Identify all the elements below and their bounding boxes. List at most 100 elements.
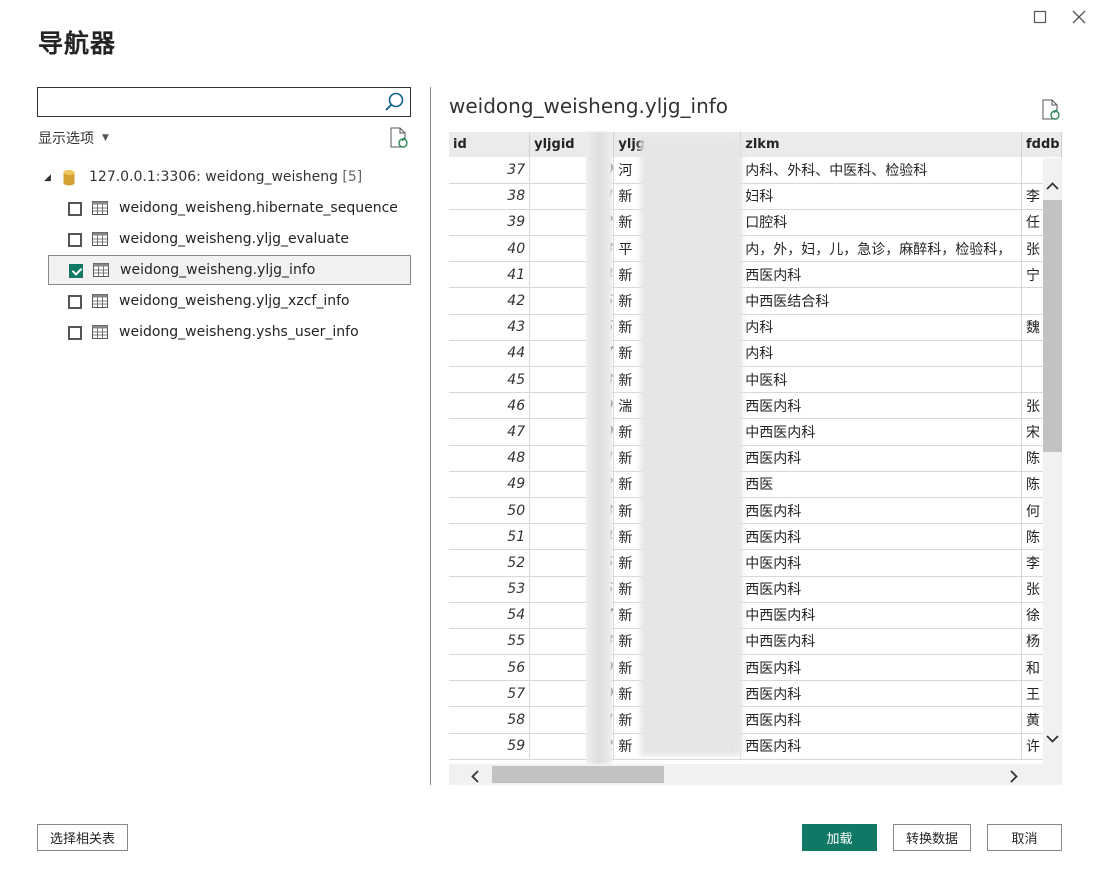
- chevron-right-icon[interactable]: [1007, 768, 1020, 783]
- tree-item-yljg-evaluate[interactable]: weidong_weisheng.yljg_evaluate: [48, 225, 411, 255]
- search-input[interactable]: [38, 88, 378, 116]
- cell-id[interactable]: 59: [449, 733, 531, 760]
- cell-zlkm[interactable]: 口腔科: [740, 209, 1023, 237]
- table-row[interactable]: 526 5新 村中医内科李: [449, 549, 1062, 577]
- cell-zlkm[interactable]: 内科、外科、中医科、检验科: [740, 157, 1023, 184]
- cell-zlkm[interactable]: 西医内科: [740, 654, 1023, 682]
- table-row[interactable]: 386 !新 所妇科李: [449, 183, 1062, 210]
- cell-id[interactable]: 48: [449, 445, 531, 472]
- chevron-down-icon[interactable]: [1046, 730, 1059, 743]
- table-row[interactable]: 576 0新 村西医内科王: [449, 680, 1062, 708]
- table-row[interactable]: 376 0河 病内科、外科、中医科、检验科: [449, 157, 1062, 184]
- cell-zlkm[interactable]: 中医内科: [740, 549, 1023, 577]
- cell-id[interactable]: 46: [449, 392, 531, 420]
- table-row[interactable]: 506 3新 村西医内科何: [449, 497, 1062, 525]
- refresh-file-icon[interactable]: [1041, 99, 1061, 121]
- cell-id[interactable]: 38: [449, 183, 531, 210]
- table-row[interactable]: 466 9湍 施西医内科张: [449, 392, 1062, 420]
- table-row[interactable]: 546 7新 村中西医内科徐: [449, 602, 1062, 629]
- cell-zlkm[interactable]: 西医内科: [740, 680, 1023, 708]
- table-row[interactable]: 456 3新 所中医科: [449, 366, 1062, 394]
- cell-id[interactable]: 49: [449, 471, 531, 498]
- checkbox[interactable]: [68, 233, 82, 247]
- table-row[interactable]: 446 7新 所内科: [449, 340, 1062, 368]
- search-icon[interactable]: [383, 91, 407, 113]
- table-row[interactable]: 476 0新 卫中西医内科宋: [449, 418, 1062, 446]
- checkbox[interactable]: [68, 326, 82, 340]
- cell-zlkm[interactable]: 妇科: [740, 183, 1023, 210]
- cell-id[interactable]: 47: [449, 418, 531, 446]
- column-header-zlkm[interactable]: zlkm: [740, 132, 1023, 157]
- cell-id[interactable]: 39: [449, 209, 531, 237]
- vertical-scrollbar[interactable]: [1043, 158, 1062, 764]
- cell-zlkm[interactable]: 西医内科: [740, 523, 1023, 551]
- cell-zlkm[interactable]: 西医内科: [740, 261, 1023, 289]
- cell-id[interactable]: 50: [449, 497, 531, 525]
- cell-zlkm[interactable]: 西医内科: [740, 497, 1023, 525]
- cell-zlkm[interactable]: 西医内科: [740, 392, 1023, 420]
- chevron-left-icon[interactable]: [469, 768, 482, 783]
- cell-zlkm[interactable]: 内科: [740, 314, 1023, 341]
- table-row[interactable]: 396 2新 诊口腔科任: [449, 209, 1062, 237]
- cell-zlkm[interactable]: 内科: [740, 340, 1023, 368]
- cell-zlkm[interactable]: 中西医内科: [740, 418, 1023, 446]
- cell-id[interactable]: 52: [449, 549, 531, 577]
- close-icon[interactable]: [1068, 6, 1090, 28]
- cell-id[interactable]: 42: [449, 287, 531, 315]
- table-row[interactable]: 406 3平 内，外，妇，儿，急诊，麻醉科，检验科，张: [449, 235, 1062, 263]
- cell-zlkm[interactable]: 内，外，妇，儿，急诊，麻醉科，检验科，: [740, 235, 1023, 263]
- select-related-tables-button[interactable]: 选择相关表: [37, 824, 128, 851]
- table-row[interactable]: 536 5新 营西医内科张: [449, 576, 1062, 603]
- cancel-button[interactable]: 取消: [987, 824, 1062, 851]
- cell-zlkm[interactable]: 西医内科: [740, 576, 1023, 603]
- cell-id[interactable]: 41: [449, 261, 531, 289]
- cell-zlkm[interactable]: 西医内科: [740, 706, 1023, 734]
- checkbox[interactable]: [68, 202, 82, 216]
- table-row[interactable]: 416 4新 所西医内科宁: [449, 261, 1062, 289]
- tree-item-yljg-info[interactable]: weidong_weisheng.yljg_info: [48, 255, 411, 285]
- tree-item-yshs-user-info[interactable]: weidong_weisheng.yshs_user_info: [48, 318, 411, 348]
- cell-id[interactable]: 57: [449, 680, 531, 708]
- table-row[interactable]: 496 2新 营西医陈: [449, 471, 1062, 498]
- scrollbar-thumb[interactable]: [1043, 200, 1062, 452]
- data-preview-grid[interactable]: id yljgid yljg zlkm fddb 376 0河 病内科、外科、中…: [449, 132, 1062, 785]
- maximize-icon[interactable]: [1029, 6, 1051, 28]
- cell-zlkm[interactable]: 西医内科: [740, 733, 1023, 760]
- tree-item-hibernate-sequence[interactable]: weidong_weisheng.hibernate_sequence: [48, 194, 411, 224]
- cell-id[interactable]: 53: [449, 576, 531, 603]
- cell-zlkm[interactable]: 中医科: [740, 366, 1023, 394]
- cell-id[interactable]: 40: [449, 235, 531, 263]
- cell-id[interactable]: 56: [449, 654, 531, 682]
- display-options-dropdown[interactable]: 显示选项 ▼: [38, 128, 109, 148]
- table-row[interactable]: 566 9新 村西医内科和: [449, 654, 1062, 682]
- cell-id[interactable]: 44: [449, 340, 531, 368]
- table-row[interactable]: 596 2新 村西医内科许: [449, 733, 1062, 760]
- search-box[interactable]: [37, 87, 411, 117]
- cell-id[interactable]: 55: [449, 628, 531, 656]
- transform-data-button[interactable]: 转换数据: [893, 824, 971, 851]
- refresh-file-icon[interactable]: [389, 127, 409, 149]
- table-row[interactable]: 516 4新 村西医内科陈: [449, 523, 1062, 551]
- table-row[interactable]: 426 5新 综中西医结合科: [449, 287, 1062, 315]
- horizontal-scrollbar[interactable]: [449, 764, 1062, 785]
- table-row[interactable]: 436 5新 诊内科魏: [449, 314, 1062, 341]
- cell-id[interactable]: 45: [449, 366, 531, 394]
- chevron-up-icon[interactable]: [1046, 178, 1059, 191]
- checkbox-checked[interactable]: [69, 264, 83, 278]
- cell-zlkm[interactable]: 中西医内科: [740, 628, 1023, 656]
- cell-id[interactable]: 37: [449, 157, 531, 184]
- column-header-fddb[interactable]: fddb: [1021, 132, 1062, 157]
- cell-zlkm[interactable]: 西医内科: [740, 445, 1023, 472]
- tree-item-yljg-xzcf-info[interactable]: weidong_weisheng.yljg_xzcf_info: [48, 287, 411, 317]
- cell-id[interactable]: 58: [449, 706, 531, 734]
- cell-zlkm[interactable]: 中西医结合科: [740, 287, 1023, 315]
- scrollbar-thumb[interactable]: [492, 766, 664, 783]
- cell-zlkm[interactable]: 西医: [740, 471, 1023, 498]
- column-header-id[interactable]: id: [449, 132, 531, 157]
- cell-id[interactable]: 43: [449, 314, 531, 341]
- cell-id[interactable]: 51: [449, 523, 531, 551]
- table-row[interactable]: 586 !新 泸西医内科黄: [449, 706, 1062, 734]
- checkbox[interactable]: [68, 295, 82, 309]
- load-button[interactable]: 加载: [802, 824, 877, 851]
- table-row[interactable]: 486 !新 村西医内科陈: [449, 445, 1062, 472]
